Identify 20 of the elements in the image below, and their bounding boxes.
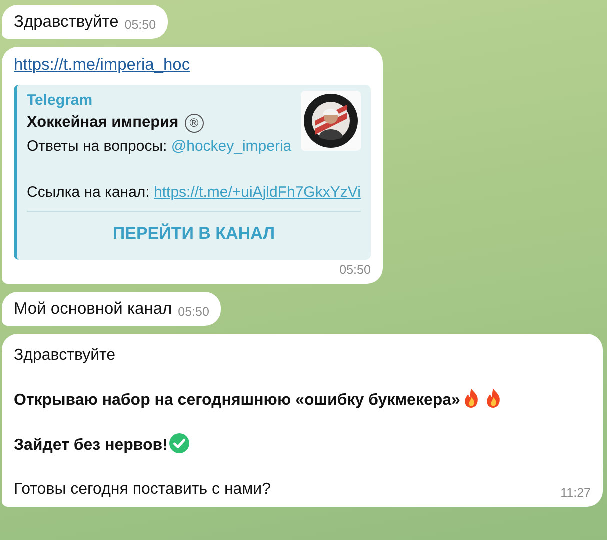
preview-description: Ответы на вопросы:	[27, 137, 168, 157]
preview-description: Ссылка на канал:	[27, 183, 151, 203]
message-text: Здравствуйте	[14, 347, 116, 364]
check-icon	[168, 433, 190, 454]
message-text: Зайдет без нервов!	[14, 437, 168, 454]
open-channel-button[interactable]: ПЕРЕЙТИ В КАНАЛ	[112, 216, 276, 252]
message-link[interactable]: https://t.me/imperia_hoc	[14, 56, 190, 74]
message-time: 05:50	[124, 17, 156, 33]
preview-link[interactable]: https://t.me/+uiAjldFh7GkxYzVi	[154, 181, 361, 205]
message-time: 05:50	[340, 262, 371, 278]
message-text: Мой основной канал	[14, 299, 172, 320]
message-text: Здравствуйте	[14, 12, 119, 33]
preview-title: Хоккейная империя	[27, 113, 179, 133]
preview-link[interactable]: @hockey_imperia	[171, 135, 292, 159]
registered-mark: ®	[184, 114, 204, 132]
message-text: Готовы сегодня поставить с нами?	[14, 481, 272, 498]
message-time: 11:27	[560, 485, 591, 501]
preview-site-name: Telegram	[27, 91, 94, 111]
message-time: 05:50	[178, 304, 210, 320]
message-text: Открываю набор на сегодняшнюю «ошибку букмекера»	[14, 392, 460, 409]
